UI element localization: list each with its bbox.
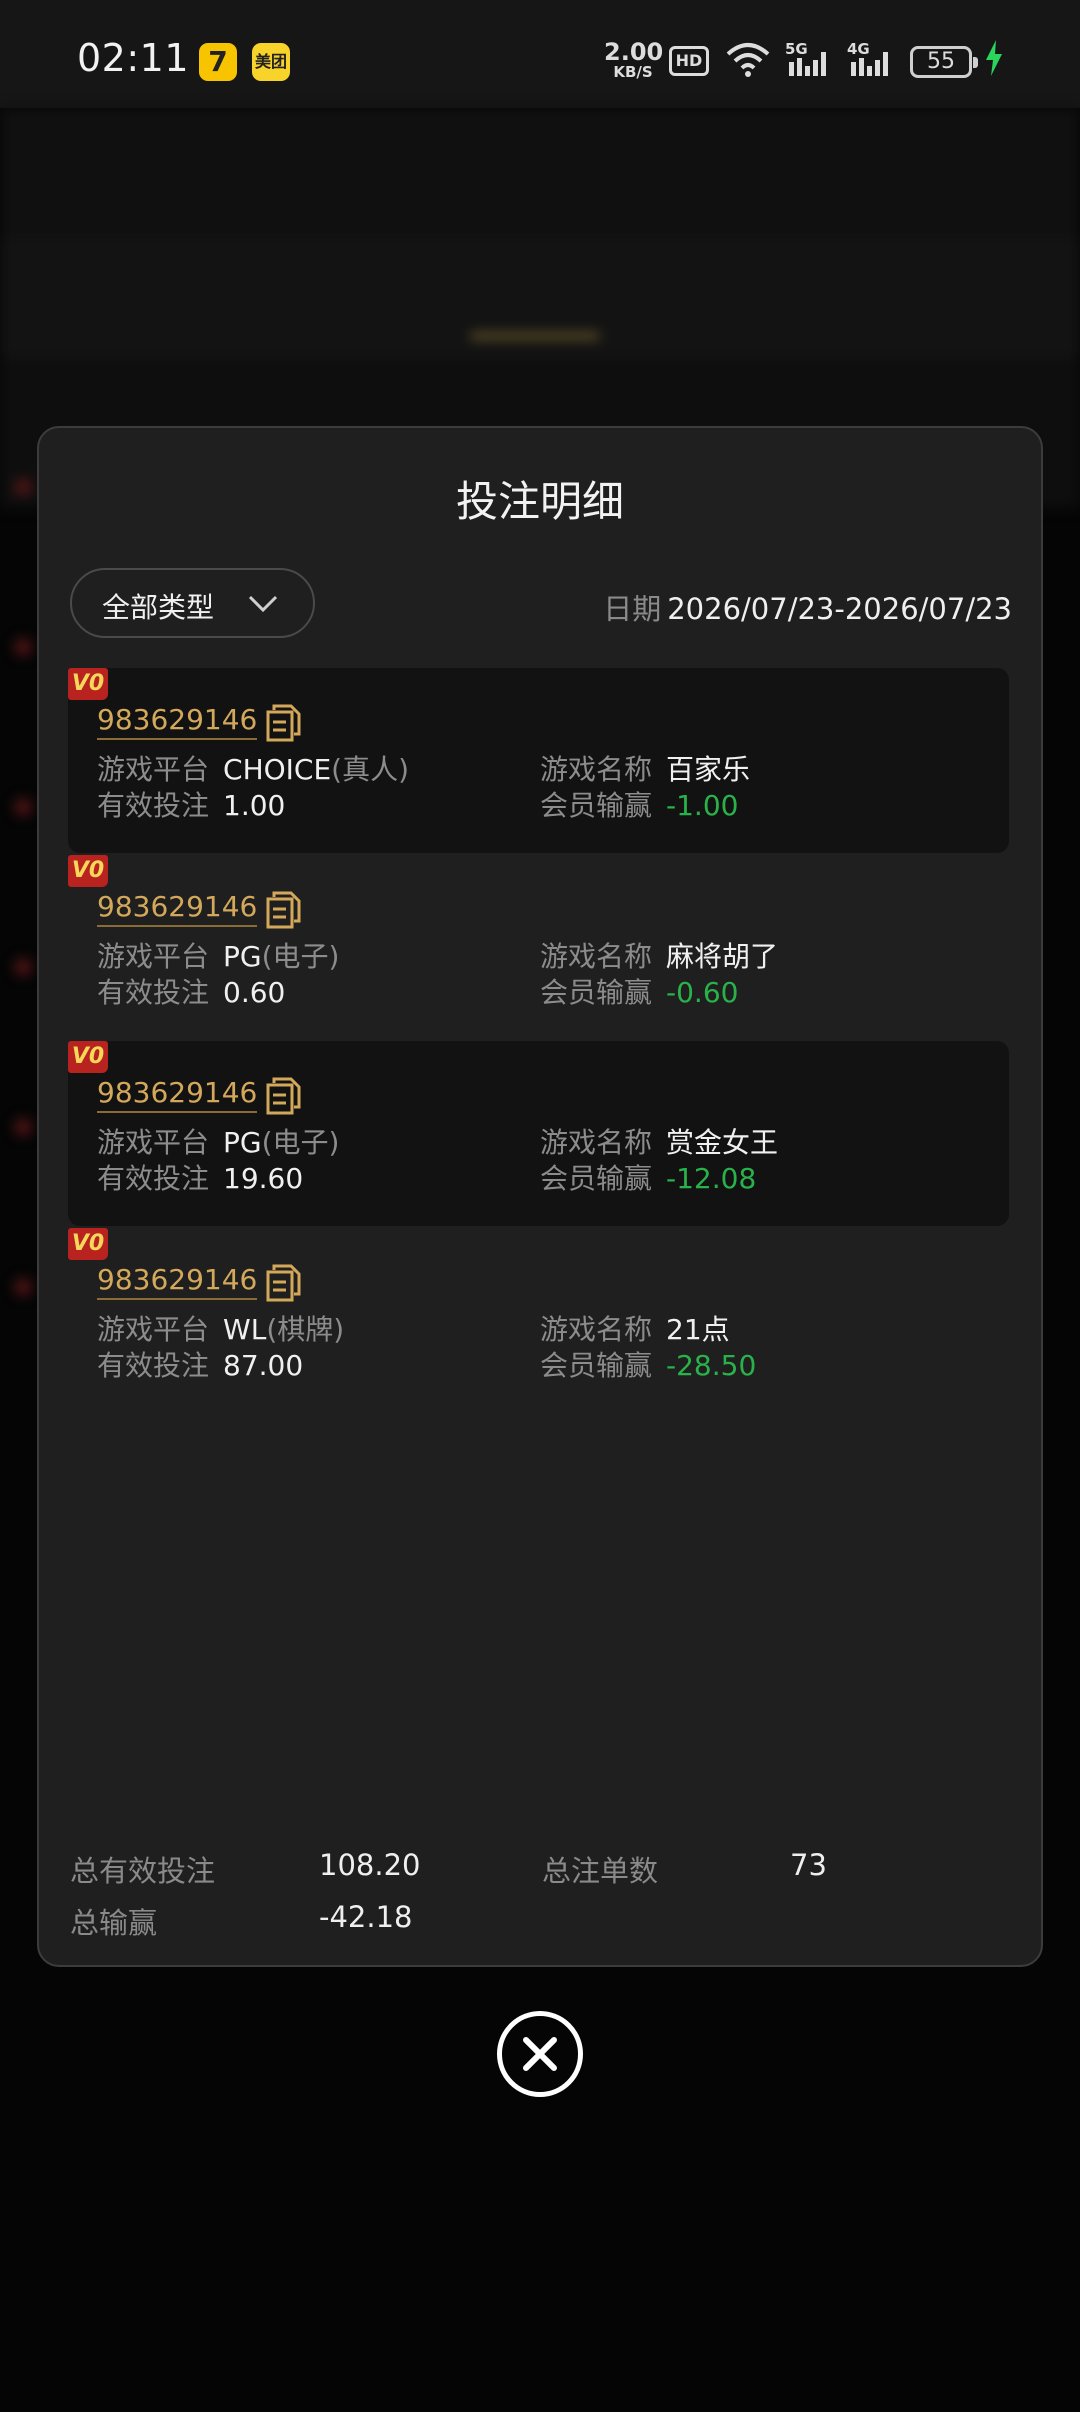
app-notification-icon: 7 (199, 43, 237, 81)
date-label: 日期 (603, 592, 662, 626)
background-tab-underline (470, 333, 600, 339)
total-winloss-value: -42.18 (319, 1900, 413, 1934)
copy-icon[interactable] (264, 702, 304, 742)
winloss-field: 会员输赢 -1.00 (540, 789, 739, 822)
background-marker (14, 1118, 32, 1136)
copy-icon[interactable] (264, 1262, 304, 1302)
status-bar: 02:11 7 美团 2.00 KB/S HD 5G 4G 55 (0, 0, 1080, 108)
vip-badge: V0 (68, 855, 108, 887)
close-button[interactable] (497, 2011, 583, 2097)
signal-4g-icon: 4G (847, 40, 888, 76)
total-valid-bet-label: 总有效投注 (70, 1854, 216, 1888)
winloss-field: 会员输赢 -0.60 (540, 976, 739, 1009)
background-tabs (0, 238, 1080, 358)
valid-bet-field: 有效投注 19.60 (97, 1162, 304, 1195)
game-name-field: 游戏名称 赏金女王 (540, 1126, 779, 1159)
background-header (0, 108, 1080, 238)
winloss-field: 会员输赢 -28.50 (540, 1349, 757, 1382)
game-name-field: 游戏名称 百家乐 (540, 753, 751, 786)
background-marker (14, 958, 32, 976)
charging-icon (986, 40, 1002, 76)
bet-details-modal: 投注明细 全部类型 日期 2026/07/23-2026/07/23 V0 983… (37, 426, 1043, 1967)
platform-field: 游戏平台 PG(电子) (97, 940, 340, 973)
status-time: 02:11 (77, 36, 190, 80)
valid-bet-field: 有效投注 0.60 (97, 976, 286, 1009)
close-icon (523, 2037, 557, 2071)
background-marker (14, 1278, 32, 1296)
date-range[interactable]: 日期 2026/07/23-2026/07/23 (603, 586, 1012, 628)
record-id[interactable]: 983629146 (97, 1077, 258, 1113)
signal-4g-label: 4G (847, 40, 870, 58)
date-value: 2026/07/23-2026/07/23 (667, 592, 1012, 626)
total-orders-value: 73 (790, 1848, 827, 1882)
platform-field: 游戏平台 WL(棋牌) (97, 1313, 345, 1346)
game-name-field: 游戏名称 麻将胡了 (540, 940, 779, 973)
copy-icon[interactable] (264, 1075, 304, 1115)
bet-record: V0 983629146 游戏平台 PG(电子) 游戏名称 赏金女王 有效投注 19.… (68, 1041, 1009, 1226)
signal-5g-label: 5G (785, 40, 808, 58)
meituan-notification-icon: 美团 (252, 43, 290, 81)
modal-title: 投注明细 (455, 477, 624, 526)
platform-field: 游戏平台 PG(电子) (97, 1126, 340, 1159)
bet-record: V0 983629146 游戏平台 PG(电子) 游戏名称 麻将胡了 有效投注 0.6… (68, 855, 1009, 1040)
game-name-field: 游戏名称 21点 (540, 1313, 730, 1346)
type-filter-label: 全部类型 (102, 591, 215, 624)
winloss-field: 会员输赢 -12.08 (540, 1162, 757, 1195)
signal-5g-icon: 5G (785, 40, 826, 76)
bet-record: V0 983629146 游戏平台 WL(棋牌) 游戏名称 21点 有效投注 87.0… (68, 1228, 1009, 1413)
platform-field: 游戏平台 CHOICE(真人) (97, 753, 410, 786)
background-marker (14, 798, 32, 816)
hd-icon: HD (669, 46, 709, 76)
valid-bet-field: 有效投注 1.00 (97, 789, 286, 822)
total-orders-label: 总注单数 (542, 1854, 659, 1888)
vip-badge: V0 (68, 668, 108, 700)
bet-record: V0 983629146 游戏平台 CHOICE(真人) 游戏名称 百家乐 有效投注… (68, 668, 1009, 853)
network-speed: 2.00 KB/S (604, 38, 664, 81)
vip-badge: V0 (68, 1041, 108, 1073)
background-marker (14, 478, 32, 496)
record-id[interactable]: 983629146 (97, 1264, 258, 1300)
vip-badge: V0 (68, 1228, 108, 1260)
valid-bet-field: 有效投注 87.00 (97, 1349, 304, 1382)
total-winloss-label: 总输赢 (70, 1906, 158, 1940)
background-marker (14, 638, 32, 656)
chevron-down-icon (248, 595, 278, 613)
copy-icon[interactable] (264, 889, 304, 929)
record-id[interactable]: 983629146 (97, 704, 258, 740)
type-filter-dropdown[interactable]: 全部类型 (70, 568, 315, 638)
battery-icon: 55 (910, 46, 978, 78)
wifi-icon (726, 43, 770, 77)
total-valid-bet-value: 108.20 (319, 1848, 421, 1882)
record-id[interactable]: 983629146 (97, 891, 258, 927)
